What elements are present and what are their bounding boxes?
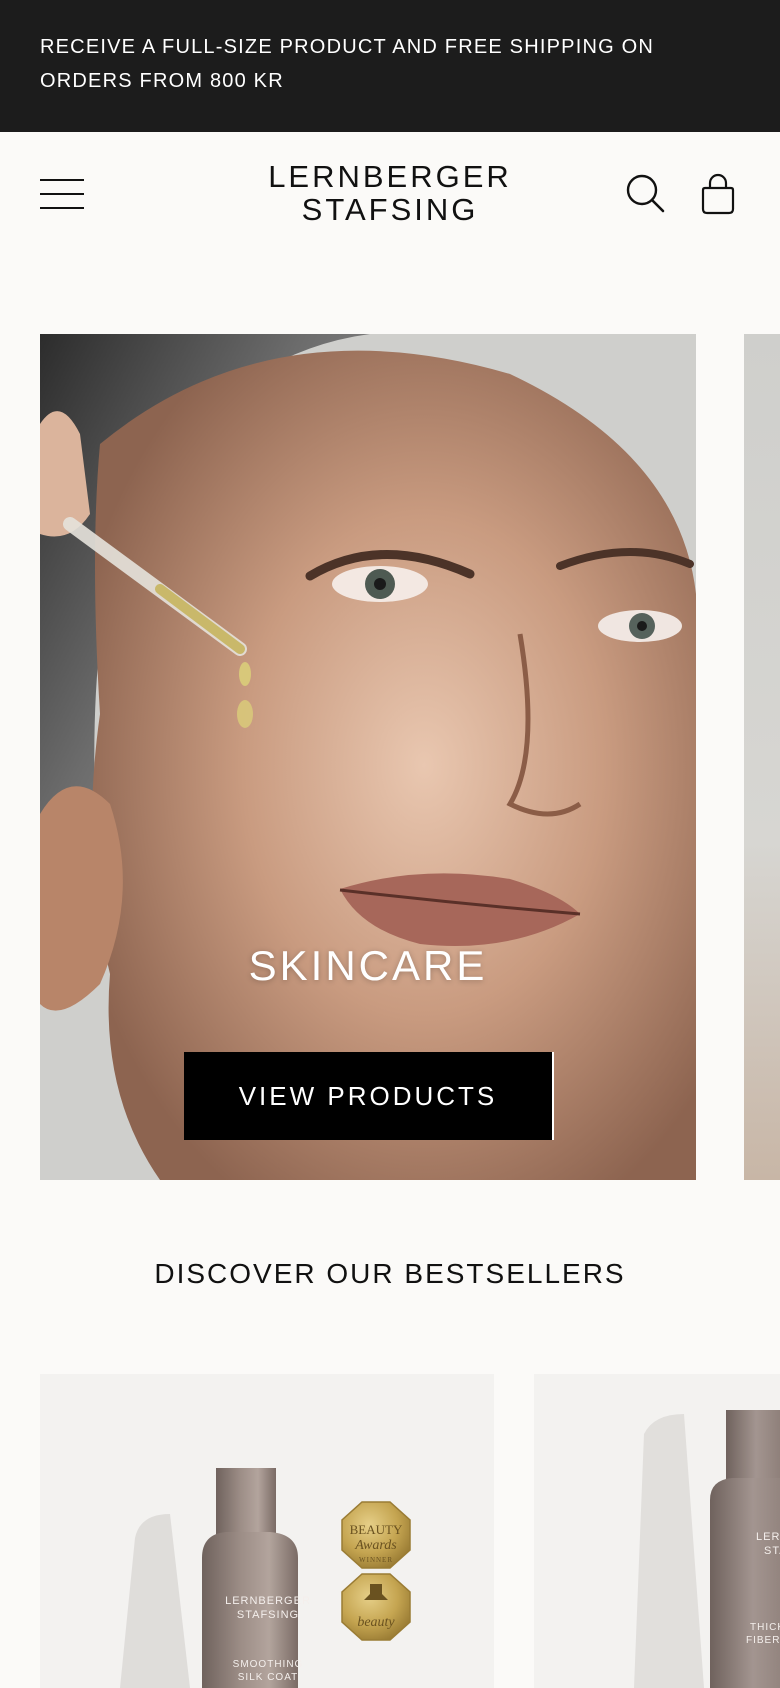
hero-slide-title: SKINCARE [248,942,488,989]
product-name-line1: SMOOTHING [233,1659,304,1670]
hamburger-menu-icon[interactable] [40,179,84,209]
hero-carousel[interactable]: SKINCARE VIEW PRODUCTS [0,334,780,1180]
view-products-button[interactable]: VIEW PRODUCTS [184,1052,552,1140]
announcement-bar: RECEIVE A FULL-SIZE PRODUCT AND FREE SHI… [0,0,780,132]
award-badge-icon: beauty [341,1573,411,1641]
product-brand-line1: LERNBERGER [225,1595,311,1607]
announcement-text-line1: RECEIVE A FULL-SIZE PRODUCT AND FREE SHI… [40,36,655,58]
logo-line2: STAFSING [301,192,479,227]
bestsellers-heading: DISCOVER OUR BESTSELLERS [154,1258,626,1289]
badge-text-line1: BEAUTY [350,1522,403,1537]
badge-text-line2: Awards [354,1538,397,1553]
product-name-line1: THICKENING [750,1622,780,1633]
award-badge-icon: BEAUTY Awards WINNER [341,1501,411,1569]
announcement-text-line2: ORDERS FROM 800 KR [40,70,284,92]
hero-slide-next-peek[interactable] [744,334,780,1180]
product-image: LERNBERGER STAFSING SMOOTHING SILK COAT … [120,1468,411,1688]
product-brand-line2: STAFSING [237,1609,299,1621]
search-icon[interactable] [624,172,668,216]
badge-text-line3: WINNER [359,1556,393,1564]
product-image: LERNBERGER STAFSING THICKENING FIBER MOU… [634,1410,780,1688]
bestsellers-carousel[interactable]: LERNBERGER STAFSING SMOOTHING SILK COAT … [0,1374,780,1688]
product-brand-line2: STAFSING [764,1545,780,1557]
product-name-line2: FIBER MOUSSE [746,1635,780,1646]
badge2-text: beauty [357,1615,395,1630]
brand-logo[interactable]: LERNBERGER STAFSING [240,160,540,226]
product-name-line2: SILK COAT [238,1672,299,1683]
site-header: LERNBERGER STAFSING [0,132,780,254]
product-brand-line1: LERNBERGER [756,1531,780,1543]
logo-line1: LERNBERGER [268,159,512,194]
shopping-bag-icon[interactable] [696,172,740,216]
product-card-thickening-fiber-mousse[interactable]: LERNBERGER STAFSING THICKENING FIBER MOU… [534,1374,780,1688]
hero-slide-skincare[interactable]: SKINCARE VIEW PRODUCTS [40,334,696,1180]
product-card-smoothing-silk-coat[interactable]: LERNBERGER STAFSING SMOOTHING SILK COAT … [40,1374,494,1688]
